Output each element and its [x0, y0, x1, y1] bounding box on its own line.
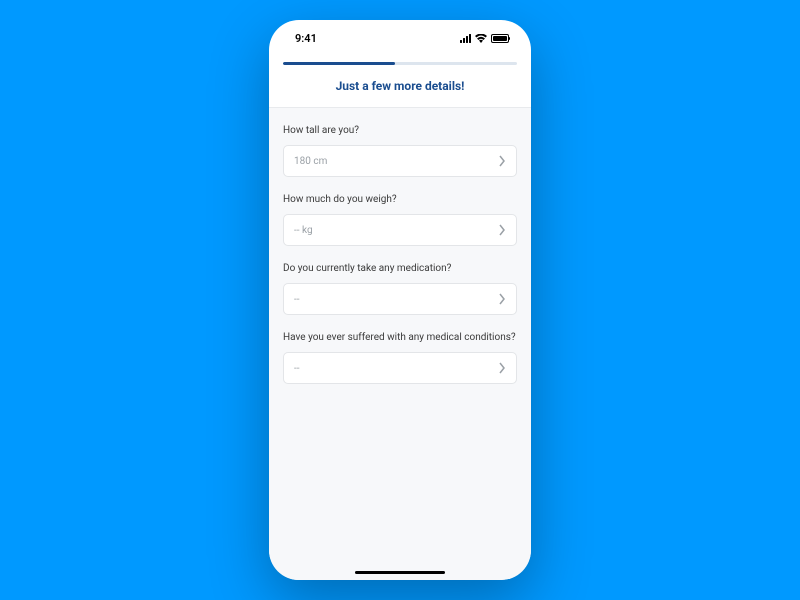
chevron-right-icon	[498, 155, 506, 167]
label-height: How tall are you?	[283, 124, 517, 137]
onboarding-header: Just a few more details!	[269, 56, 531, 107]
wifi-icon	[475, 34, 487, 43]
chevron-right-icon	[498, 293, 506, 305]
progress-bar	[283, 62, 517, 65]
select-value-conditions: --	[294, 363, 300, 374]
chevron-right-icon	[498, 224, 506, 236]
select-conditions[interactable]: --	[283, 352, 517, 384]
home-indicator[interactable]	[355, 571, 445, 574]
status-icons	[460, 34, 509, 43]
field-height: How tall are you? 180 cm	[283, 124, 517, 177]
field-conditions: Have you ever suffered with any medical …	[283, 331, 517, 384]
field-medication: Do you currently take any medication? --	[283, 262, 517, 315]
label-conditions: Have you ever suffered with any medical …	[283, 331, 517, 344]
status-time: 9:41	[295, 32, 317, 45]
select-medication[interactable]: --	[283, 283, 517, 315]
select-value-height: 180 cm	[294, 156, 327, 167]
label-medication: Do you currently take any medication?	[283, 262, 517, 275]
label-weight: How much do you weigh?	[283, 193, 517, 206]
select-height[interactable]: 180 cm	[283, 145, 517, 177]
status-bar: 9:41	[269, 20, 531, 56]
battery-icon	[491, 34, 509, 43]
select-value-medication: --	[294, 294, 300, 305]
phone-frame: 9:41 Just a few more details! How tall a…	[269, 20, 531, 580]
signal-icon	[460, 34, 471, 43]
field-weight: How much do you weigh? -- kg	[283, 193, 517, 246]
progress-fill	[283, 62, 395, 65]
select-value-weight: -- kg	[294, 225, 313, 236]
select-weight[interactable]: -- kg	[283, 214, 517, 246]
details-form: How tall are you? 180 cm How much do you…	[269, 107, 531, 580]
chevron-right-icon	[498, 362, 506, 374]
page-title: Just a few more details!	[283, 79, 517, 93]
